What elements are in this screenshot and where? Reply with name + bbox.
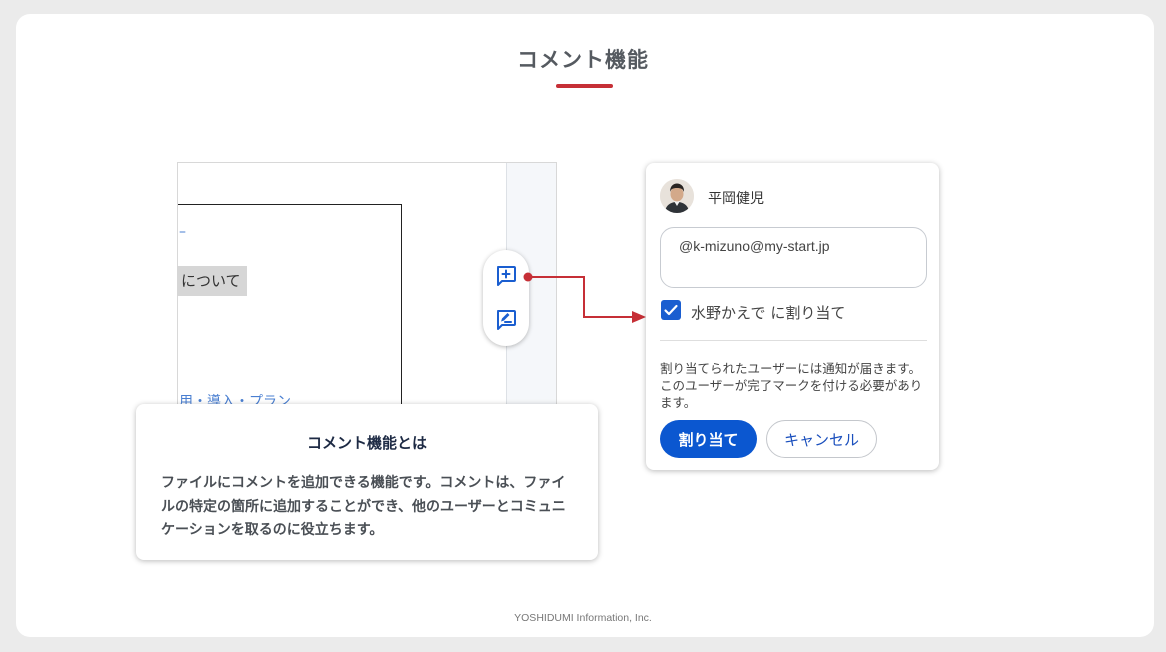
- footer-copyright: YOSHIDUMI Information, Inc.: [514, 612, 652, 624]
- user-name: 平岡健児: [708, 191, 764, 207]
- page-title: コメント機能: [517, 48, 649, 72]
- document-heading-dash: –: [179, 224, 186, 240]
- info-box-body: ファイルにコメントを追加できる機能です。コメントは、ファイルの特定の箇所に追加す…: [161, 475, 566, 538]
- selected-text[interactable]: について: [177, 266, 247, 296]
- info-box-title: コメント機能とは: [306, 434, 427, 452]
- comment-input[interactable]: @k-mizuno@my-start.jp: [660, 227, 927, 288]
- comment-panel: 平岡健児 @k-mizuno@my-start.jp 水野かえで に割り当て 割…: [646, 163, 939, 470]
- info-box: コメント機能とは ファイルにコメントを追加できる機能です。コメントは、ファイルの…: [136, 404, 598, 560]
- assign-checkbox-label[interactable]: 水野かえで に割り当て: [691, 302, 845, 323]
- assign-checkbox[interactable]: [661, 300, 681, 320]
- floating-comment-toolbar: [483, 250, 529, 346]
- add-comment-icon[interactable]: [494, 264, 518, 288]
- assignment-notice: 割り当てられたユーザーには通知が届きます。このユーザーが完了マークを付ける必要が…: [660, 361, 923, 410]
- user-avatar: [660, 179, 694, 213]
- assign-button[interactable]: 割り当て: [660, 420, 757, 458]
- document-page: [178, 204, 402, 412]
- cancel-button[interactable]: キャンセル: [766, 420, 877, 458]
- suggest-edit-icon[interactable]: [494, 308, 518, 332]
- title-underline: [556, 84, 613, 88]
- panel-divider: [660, 340, 927, 341]
- check-icon: [664, 304, 678, 316]
